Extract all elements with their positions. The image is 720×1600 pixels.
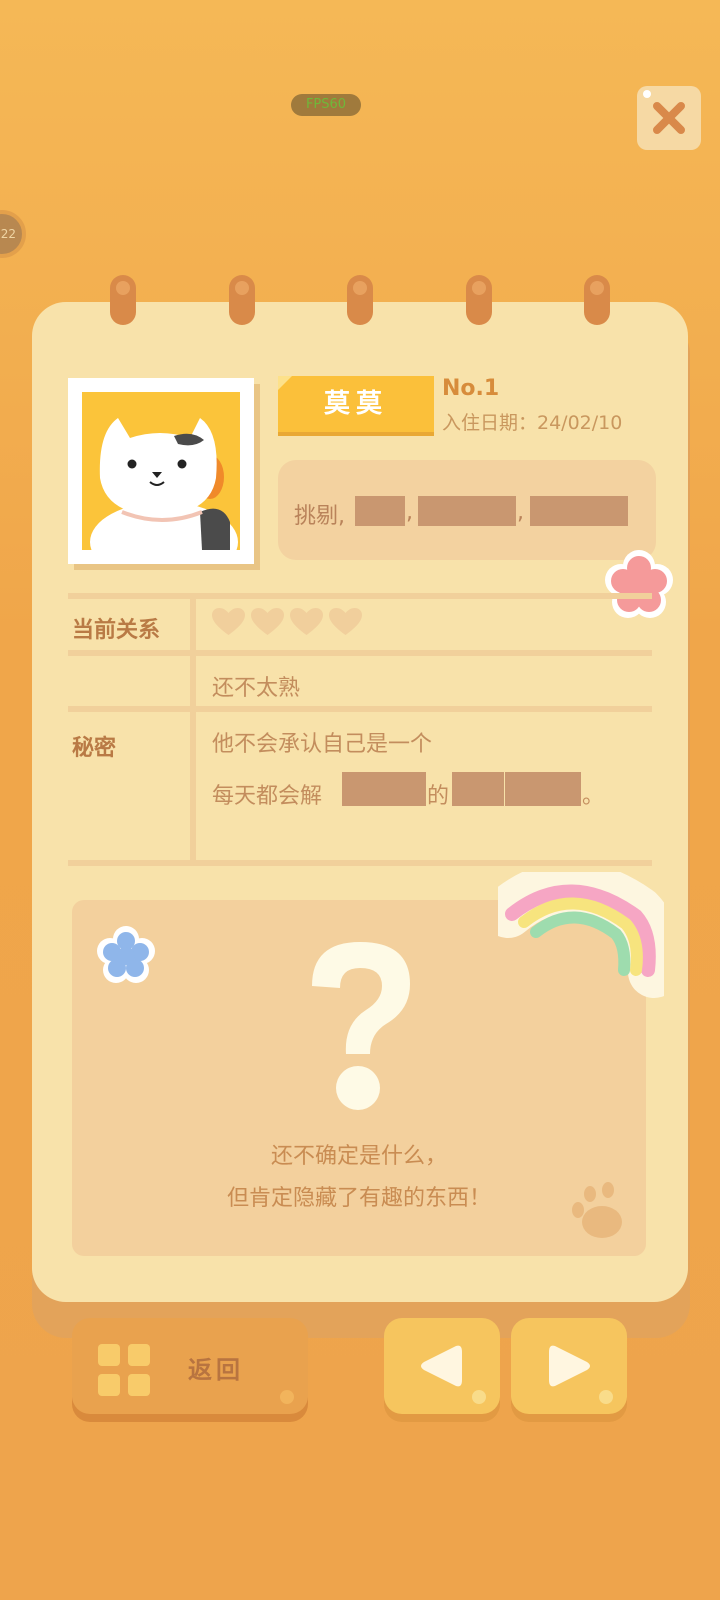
secret-line-2-prefix: 每天都会解 bbox=[212, 784, 323, 809]
trait-separator: , bbox=[406, 500, 413, 525]
heart-empty-icon bbox=[290, 608, 323, 635]
hidden-trait-block bbox=[355, 496, 405, 526]
close-highlight-dot bbox=[643, 90, 651, 98]
cat-portrait bbox=[82, 392, 240, 550]
question-mark-icon bbox=[312, 942, 410, 1110]
button-highlight-dot bbox=[280, 1390, 294, 1404]
button-highlight-dot bbox=[472, 1390, 486, 1404]
side-floating-badge[interactable]: 22 bbox=[0, 210, 26, 258]
hidden-secret-block bbox=[342, 772, 426, 806]
resident-number: No.1 bbox=[442, 376, 500, 401]
heart-empty-icon bbox=[329, 608, 362, 635]
table-divider bbox=[68, 706, 652, 712]
relationship-hearts bbox=[212, 608, 362, 636]
notebook-ring bbox=[584, 275, 610, 325]
blue-flower-sticker bbox=[97, 926, 155, 983]
grid-icon bbox=[98, 1344, 150, 1396]
notebook-ring bbox=[466, 275, 492, 325]
hidden-secret-block bbox=[452, 772, 504, 806]
pink-flower-sticker bbox=[605, 550, 673, 618]
button-highlight-dot bbox=[599, 1390, 613, 1404]
trait-visible: 挑剔, bbox=[294, 504, 345, 529]
rainbow-sticker bbox=[498, 872, 664, 998]
table-divider bbox=[68, 650, 652, 656]
notebook-ring bbox=[110, 275, 136, 325]
back-button-label: 返回 bbox=[188, 1356, 244, 1384]
trait-separator: , bbox=[517, 500, 524, 525]
fps-counter: FPS60 bbox=[291, 94, 361, 116]
mystery-hint-line-2: 但肯定隐藏了有趣的东西！ bbox=[226, 1186, 491, 1211]
close-button[interactable] bbox=[637, 86, 701, 150]
table-column-divider bbox=[190, 598, 196, 860]
relationship-label: 当前关系 bbox=[72, 618, 161, 643]
next-button[interactable] bbox=[511, 1318, 627, 1414]
notebook-ring bbox=[229, 275, 255, 325]
move-in-date: 入住日期：24/02/10 bbox=[442, 412, 623, 434]
mystery-hint-line-1: 还不确定是什么， bbox=[270, 1144, 447, 1169]
heart-empty-icon bbox=[212, 608, 245, 635]
arrow-right-icon bbox=[549, 1345, 590, 1387]
heart-empty-icon bbox=[251, 608, 284, 635]
table-divider bbox=[68, 860, 652, 866]
name-tag-corner bbox=[278, 376, 292, 390]
paw-print-icon bbox=[572, 1182, 622, 1238]
relationship-status: 还不太熟 bbox=[212, 676, 301, 701]
name-tag: 莫莫 bbox=[278, 376, 434, 436]
side-badge-text: 22 bbox=[0, 227, 16, 241]
notebook-ring bbox=[347, 275, 373, 325]
cat-illustration bbox=[90, 418, 238, 550]
secret-label: 秘密 bbox=[72, 736, 117, 761]
secret-line-2-end: 。 bbox=[582, 784, 605, 809]
secret-line-1: 他不会承认自己是一个 bbox=[212, 732, 433, 757]
secret-line-2-mid: 的 bbox=[427, 784, 450, 809]
hidden-trait-block bbox=[530, 496, 628, 526]
arrow-left-icon bbox=[421, 1345, 462, 1387]
table-divider bbox=[68, 593, 652, 599]
cat-name: 莫莫 bbox=[323, 389, 388, 419]
close-x-icon bbox=[653, 102, 685, 134]
hidden-trait-block bbox=[418, 496, 516, 526]
hidden-secret-block bbox=[505, 772, 581, 806]
previous-button[interactable] bbox=[384, 1318, 500, 1414]
